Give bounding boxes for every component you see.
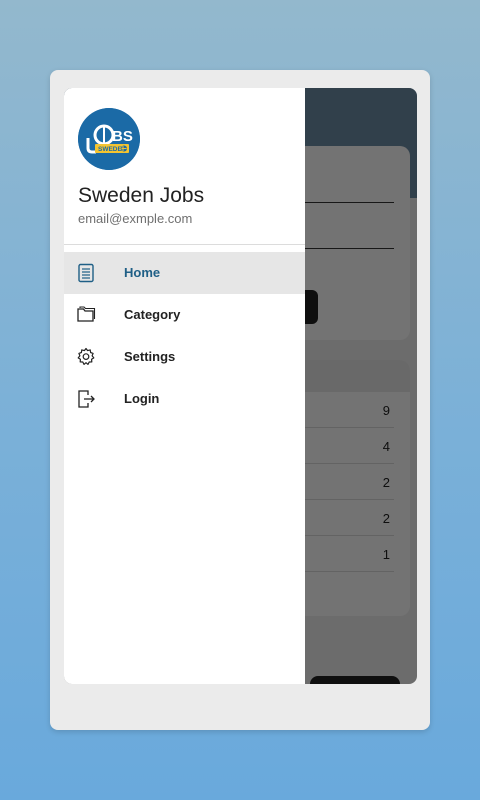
app-screen: 9 vices 4 2 2 1 (64, 88, 417, 684)
folder-icon (77, 306, 96, 322)
menu-item-login[interactable]: Login (64, 378, 305, 420)
menu-item-category[interactable]: Category (64, 294, 305, 336)
menu-item-label: Category (124, 307, 181, 322)
menu-item-label: Home (124, 265, 161, 280)
navigation-drawer: BS SWEDEN Sweden Jobs email@exmple.com H… (64, 88, 305, 684)
drawer-divider (64, 244, 305, 245)
svg-text:BS: BS (112, 128, 133, 145)
menu-item-label: Settings (124, 349, 176, 364)
gear-icon (77, 347, 95, 365)
drawer-menu: Home Category Settings Login (64, 252, 305, 420)
app-name: Sweden Jobs (78, 184, 205, 207)
menu-item-label: Login (124, 391, 160, 406)
list-document-icon (78, 263, 94, 283)
login-icon (78, 390, 95, 408)
jobs-logo-icon: BS SWEDEN (78, 108, 140, 170)
menu-item-settings[interactable]: Settings (64, 336, 305, 378)
user-email: email@exmple.com (78, 211, 193, 226)
app-logo: BS SWEDEN (78, 108, 140, 170)
menu-item-home[interactable]: Home (64, 252, 305, 294)
